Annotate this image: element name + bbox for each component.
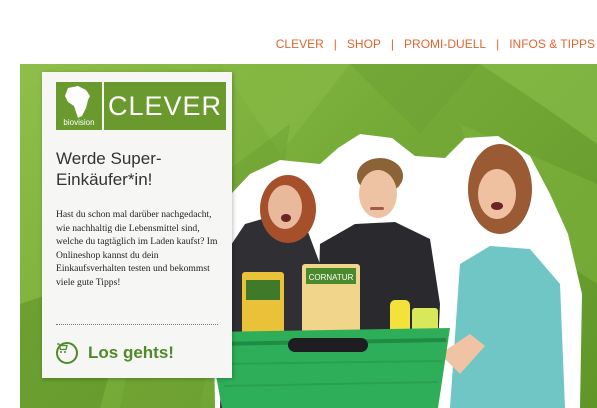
nav-separator: |	[496, 37, 500, 51]
nav-link-promi-duell[interactable]: PROMI-DUELL	[404, 37, 486, 51]
title-line-1: Werde Super-	[56, 149, 162, 168]
logo[interactable]: biovision CLEVER	[56, 82, 226, 130]
nav-link-shop[interactable]: SHOP	[347, 37, 381, 51]
product-label: CORNATUR	[309, 273, 354, 282]
start-button-label: Los gehts!	[88, 343, 174, 362]
shopping-cart-icon	[56, 342, 78, 364]
nav-separator: |	[390, 37, 395, 51]
intro-card: biovision CLEVER Werde Super- Einkäufer*…	[42, 72, 232, 378]
start-button[interactable]: Los gehts!	[56, 342, 174, 364]
logo-subtitle: biovision	[63, 118, 95, 127]
nav-link-infos-tipps[interactable]: INFOS & TIPPS	[509, 37, 595, 51]
page-title: Werde Super- Einkäufer*in!	[56, 148, 216, 190]
nav-link-clever[interactable]: CLEVER	[276, 37, 324, 51]
main-navigation: CLEVER | SHOP | PROMI-DUELL | INFOS & TI…	[276, 37, 595, 51]
nav-separator: |	[333, 37, 337, 51]
logo-brand: CLEVER	[104, 82, 226, 130]
intro-text: Hast du schon mal darüber nachgedacht, w…	[56, 209, 218, 288]
title-line-2: Einkäufer*in!	[56, 170, 153, 189]
hero-banner: CORNATUR biovision CLEVER Werde Super- E…	[20, 64, 597, 408]
divider	[56, 324, 218, 325]
africa-icon: biovision	[56, 82, 102, 130]
top-bar: CLEVER | SHOP | PROMI-DUELL | INFOS & TI…	[0, 0, 597, 64]
